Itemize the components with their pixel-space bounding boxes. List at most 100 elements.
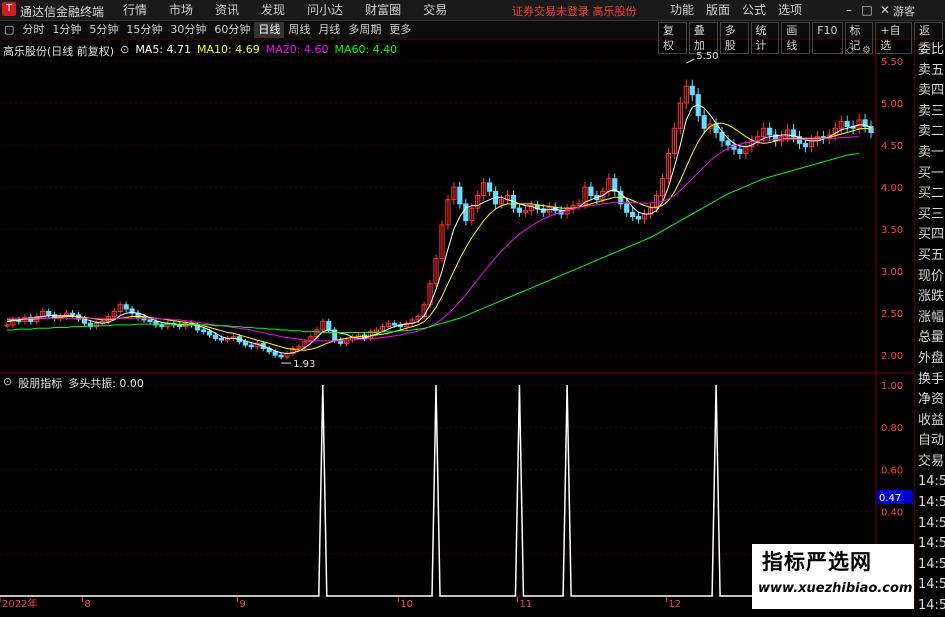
indicator-name: 股朋指标 [18, 377, 63, 390]
tab-timeshare[interactable]: 分时 [18, 22, 48, 38]
candle-body [701, 115, 707, 129]
tab-1min[interactable]: 1分钟 [48, 22, 85, 38]
candle-body [206, 331, 213, 336]
quote-panel-item: 自动 [918, 433, 945, 449]
main-menu: 行情 市场 资讯 发现 问小达 财富圈 交易 [112, 2, 458, 18]
ma10-label: MA10: 4.69 [197, 43, 260, 56]
candle-body [212, 334, 219, 339]
candle-body [588, 186, 594, 196]
indicator-info: ⊙ 股朋指标 多头共振: 0.00 [3, 375, 144, 391]
close-icon[interactable]: ✕ [876, 2, 894, 18]
tab-daily[interactable]: 日线 [254, 22, 285, 38]
quote-panel-item: 外盘 [918, 350, 945, 366]
tab-60min[interactable]: 60分钟 [210, 22, 254, 38]
ma-line-ma10 [7, 122, 872, 351]
menu-quotes[interactable]: 行情 [112, 2, 158, 18]
chart-settings-icon: ⚙ [862, 45, 871, 56]
period-tabs: ▢ 分时 1分钟 5分钟 15分钟 30分钟 60分钟 日线 周线 月线 多周期… [0, 22, 415, 38]
x-tick-label: 12 [668, 599, 681, 609]
menu-function[interactable]: 功能 [664, 2, 700, 18]
quote-panel-item: 14:56 [918, 474, 945, 490]
kline-chart[interactable]: 5.50 5.00 4.50 4.00 3.50 3.00 2.50 2.00 1.00 0.80… [0, 40, 914, 609]
quote-panel-item: 卖四 [918, 83, 945, 99]
indicator-settings-icon[interactable]: ⊙ [3, 375, 12, 391]
right-menu: 功能 版面 公式 选项 [664, 2, 808, 18]
app-logo-icon: T [2, 2, 16, 16]
quote-panel-item: 卖五 [918, 62, 945, 78]
quote-panel-item: 14:56 [918, 495, 945, 511]
candle-body [147, 319, 153, 323]
menu-ask[interactable]: 问小达 [296, 2, 354, 18]
indicator-tick-label: 0.80 [881, 423, 903, 434]
period-toolbar: ▢ 分时 1分钟 5分钟 15分钟 30分钟 60分钟 日线 周线 月线 多周期… [0, 21, 945, 54]
quote-panel-item: 买五 [918, 247, 945, 263]
indicator-tick-label: 0.60 [881, 465, 903, 476]
guest-label[interactable]: 游客 [893, 3, 915, 19]
candle-body [844, 121, 850, 128]
tab-monthly[interactable]: 月线 [314, 22, 344, 38]
candle-body [737, 148, 743, 154]
quote-panel: 委比 卖五 卖四 卖三 卖二 卖一 买一 买二 买三 买四 买五 现价 涨跌 涨幅 总量 外盘 换手 净资 收益 自动… [914, 40, 945, 613]
app-name: 通达信金融终端 [20, 5, 105, 19]
quote-panel-item: 买一 [918, 165, 945, 181]
quote-panel-item: 涨跌 [918, 289, 945, 305]
candle-body [457, 186, 463, 205]
quote-panel-item: 14:56 [918, 536, 945, 552]
candle-body [201, 329, 207, 333]
candle-body [69, 312, 76, 316]
menu-trade[interactable]: 交易 [412, 2, 458, 18]
signal-line [0, 384, 876, 597]
menu-wealth[interactable]: 财富圈 [354, 2, 412, 18]
ma5-label: MA5: 4.71 [135, 43, 192, 56]
menu-layout[interactable]: 版面 [700, 2, 736, 18]
quote-panel-item: 现价 [918, 268, 945, 284]
candle-body [487, 182, 493, 192]
tab-more[interactable]: 更多 [385, 22, 415, 38]
layout-toggle-icon[interactable]: ▢ [0, 22, 18, 38]
quote-panel-item: 净资 [918, 392, 945, 408]
stock-title: 高乐股份(日线 前复权) [3, 45, 115, 58]
tab-30min[interactable]: 30分钟 [166, 22, 210, 38]
candle-body [463, 203, 469, 222]
menu-formula[interactable]: 公式 [736, 2, 772, 18]
quote-panel-item: 卖三 [918, 103, 945, 119]
y-tick-label: 2.00 [881, 351, 903, 362]
watermark-url: www.xuezhibiao.com [758, 581, 913, 596]
tab-weekly[interactable]: 周线 [284, 22, 314, 38]
maximize-icon[interactable]: □ [858, 2, 876, 18]
indicator-tick-label: 1.00 [881, 381, 903, 392]
menu-market[interactable]: 市场 [158, 2, 204, 18]
menu-news[interactable]: 资讯 [204, 2, 250, 18]
login-status: 证券交易未登录 高乐股份 [512, 5, 637, 18]
quote-panel-item: 买二 [918, 186, 945, 202]
candle-body [516, 207, 523, 213]
candle-body [242, 341, 248, 346]
tab-multi-period[interactable]: 多周期 [344, 22, 385, 38]
window-controls: – □ ✕ [840, 2, 894, 18]
y-tick-label: 5.50 [881, 57, 903, 68]
quote-panel-item: 委比 [918, 42, 945, 57]
y-tick-label: 5.00 [881, 99, 903, 110]
title-bar: T 通达信金融终端 行情 市场 资讯 发现 问小达 财富圈 交易 证券交易未登录… [0, 0, 945, 21]
quote-panel-item: 换手 [918, 371, 945, 387]
quote-panel-item: 收益 [918, 412, 945, 428]
high-annotation-pointer [686, 58, 695, 64]
candle-body [802, 142, 809, 148]
menu-options[interactable]: 选项 [772, 2, 808, 18]
candle-body [123, 304, 129, 310]
x-tick-label: 11 [519, 599, 532, 609]
minimize-icon[interactable]: – [840, 2, 858, 18]
quote-panel-item: 卖一 [918, 144, 945, 160]
candle-body [272, 351, 278, 356]
settings-icon[interactable]: ⊙ [120, 43, 129, 59]
tab-5min[interactable]: 5分钟 [85, 22, 122, 38]
chart-option-icon: ◇ [846, 45, 854, 56]
candle-body [326, 321, 332, 331]
candle-body [278, 354, 284, 358]
ma-line-ma20 [7, 136, 860, 342]
quote-panel-item: 14:56 [918, 515, 945, 531]
candle-body [689, 85, 695, 96]
watermark: 指标严选网 www.xuezhibiao.com [752, 544, 914, 609]
tab-15min[interactable]: 15分钟 [122, 22, 166, 38]
menu-discover[interactable]: 发现 [250, 2, 296, 18]
